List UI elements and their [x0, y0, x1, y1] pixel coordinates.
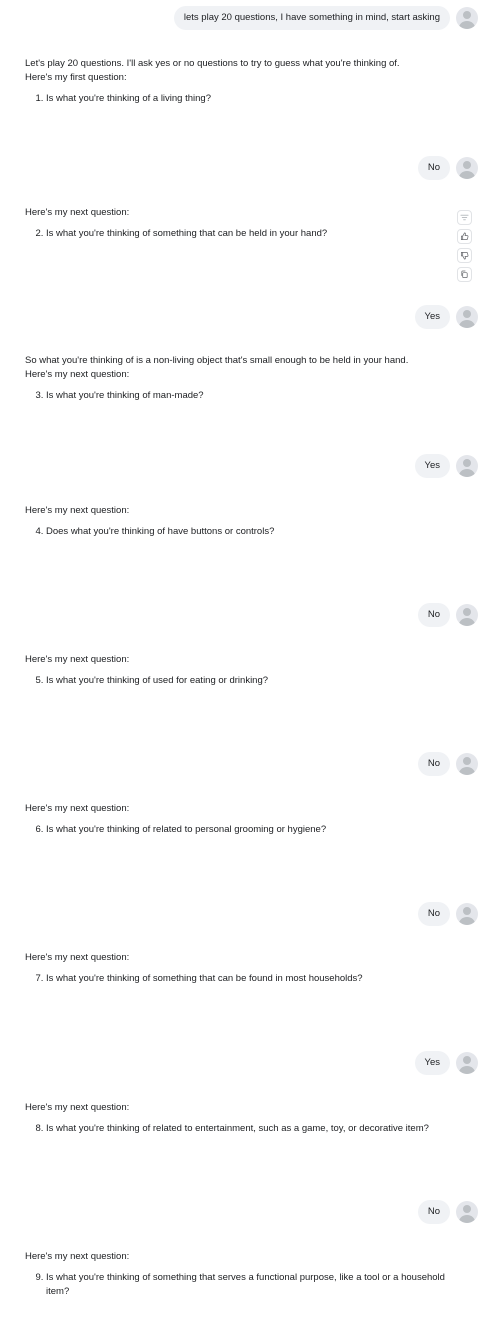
user-message: Yes [414, 1051, 478, 1075]
question-list: Is what you're thinking of man-made? [25, 389, 445, 403]
assistant-message: Here's my next question: Is what you're … [25, 951, 445, 986]
user-message-bubble: No [417, 902, 450, 926]
assistant-message: Let's play 20 questions. I'll ask yes or… [25, 57, 445, 106]
assistant-text: So what you're thinking of is a non-livi… [25, 355, 409, 366]
message-actions [457, 210, 472, 282]
assistant-message: Here's my next question: Is what you're … [25, 653, 445, 688]
assistant-message: Here's my next question: Does what you'r… [25, 504, 445, 539]
copy-icon[interactable] [457, 267, 472, 282]
question-list: Is what you're thinking of something tha… [25, 972, 445, 986]
assistant-message: Here's my next question: Is what you're … [25, 802, 445, 837]
assistant-text: Here's my next question: [25, 803, 130, 814]
question-item: Is what you're thinking of something tha… [46, 1271, 445, 1299]
user-message: No [417, 902, 478, 926]
assistant-text: Here's my next question: [25, 207, 130, 218]
thumbs-up-icon[interactable] [457, 229, 472, 244]
assistant-text: Here's my next question: [25, 654, 130, 665]
assistant-message: Here's my next question: Is what you're … [25, 1250, 445, 1299]
question-item: Is what you're thinking of used for eati… [46, 674, 445, 688]
user-avatar [456, 306, 478, 328]
user-message-bubble: No [417, 603, 450, 627]
user-message-bubble: Yes [414, 305, 450, 329]
user-message: No [417, 752, 478, 776]
assistant-text: Here's my next question: [25, 1251, 130, 1262]
user-message: No [417, 1200, 478, 1224]
question-item: Is what you're thinking of related to en… [46, 1122, 445, 1136]
question-item: Is what you're thinking of a living thin… [46, 92, 445, 106]
user-avatar [456, 1052, 478, 1074]
question-item: Is what you're thinking of something tha… [46, 227, 445, 241]
question-list: Is what you're thinking of something tha… [25, 227, 445, 241]
user-avatar [456, 903, 478, 925]
question-list: Is what you're thinking of used for eati… [25, 674, 445, 688]
question-item: Is what you're thinking of man-made? [46, 389, 445, 403]
user-message-bubble: No [417, 156, 450, 180]
assistant-text: Here's my first question: [25, 72, 127, 83]
user-message-bubble: lets play 20 questions, I have something… [173, 6, 450, 30]
user-message: No [417, 156, 478, 180]
question-list: Is what you're thinking of a living thin… [25, 85, 445, 106]
question-list: Does what you're thinking of have button… [25, 525, 445, 539]
assistant-text: Here's my next question: [25, 369, 130, 380]
question-item: Is what you're thinking of something tha… [46, 972, 445, 986]
user-message: No [417, 603, 478, 627]
user-message-bubble: Yes [414, 454, 450, 478]
filter-icon[interactable] [457, 210, 472, 225]
question-item: Is what you're thinking of related to pe… [46, 823, 445, 837]
question-list: Is what you're thinking of something tha… [25, 1271, 445, 1299]
user-message: lets play 20 questions, I have something… [173, 6, 478, 30]
assistant-text: Here's my next question: [25, 505, 130, 516]
user-avatar [456, 157, 478, 179]
question-item: Does what you're thinking of have button… [46, 525, 445, 539]
user-avatar [456, 1201, 478, 1223]
thumbs-down-icon[interactable] [457, 248, 472, 263]
user-message-bubble: No [417, 752, 450, 776]
user-avatar [456, 604, 478, 626]
user-avatar [456, 455, 478, 477]
assistant-message: Here's my next question: Is what you're … [25, 206, 445, 241]
assistant-text: Here's my next question: [25, 1102, 130, 1113]
assistant-message: Here's my next question: Is what you're … [25, 1101, 445, 1136]
user-message: Yes [414, 305, 478, 329]
question-list: Is what you're thinking of related to en… [25, 1122, 445, 1136]
user-avatar [456, 753, 478, 775]
user-message-bubble: No [417, 1200, 450, 1224]
assistant-text: Here's my next question: [25, 952, 130, 963]
assistant-text: Let's play 20 questions. I'll ask yes or… [25, 58, 400, 69]
question-list: Is what you're thinking of related to pe… [25, 823, 445, 837]
user-message: Yes [414, 454, 478, 478]
user-avatar [456, 7, 478, 29]
user-message-bubble: Yes [414, 1051, 450, 1075]
assistant-message: So what you're thinking of is a non-livi… [25, 354, 445, 403]
